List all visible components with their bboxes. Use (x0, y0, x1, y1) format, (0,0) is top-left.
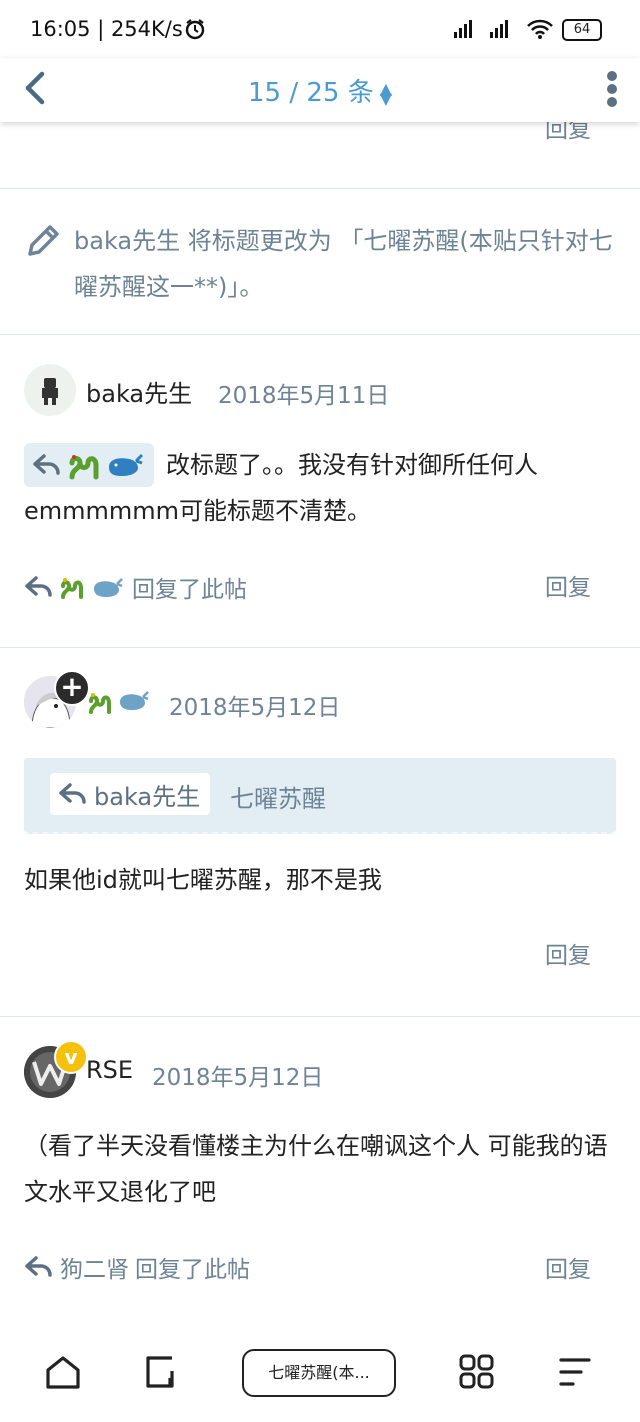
reply-arrow-icon (25, 1256, 52, 1277)
whale-icon (120, 691, 149, 710)
sort-caret-icon: ▲ ▼ (379, 78, 393, 108)
quote-author: baka先生 (94, 782, 201, 811)
menu-icon[interactable] (558, 1356, 592, 1388)
divider (0, 1016, 640, 1017)
post-date[interactable]: 2018年5月11日 (218, 376, 389, 410)
follow-plus-icon[interactable]: + (54, 670, 90, 706)
status-time: 16:05 | 254K/s (30, 17, 183, 41)
post-reply-info[interactable]: 狗二肾 回复了此帖 (24, 1250, 250, 1284)
post-author[interactable]: baka先生 (86, 374, 192, 409)
post-date[interactable]: 2018年5月12日 (169, 688, 340, 722)
tabs-icon[interactable] (142, 1354, 180, 1390)
avatar[interactable] (24, 364, 76, 416)
status-bar: 16:05 | 254K/s 64 (0, 0, 640, 58)
reply-button[interactable]: 回复 (545, 568, 591, 602)
alarm-icon (184, 18, 206, 40)
whale-icon (94, 578, 123, 597)
current-topic-chip[interactable]: 七曜苏醒(本... (242, 1349, 396, 1397)
post-body: 改标题了。。我没有针对御所任何人emmmmmm可能标题不清楚。 (24, 451, 538, 525)
wifi-icon (526, 18, 554, 40)
reply-to-label: 回复了此帖 (132, 577, 247, 603)
divider (0, 647, 640, 648)
reply-arrow-icon (25, 576, 52, 597)
post-reply-info[interactable]: 回复了此帖 (24, 570, 247, 604)
reply-arrow-icon (59, 783, 86, 804)
post-counter-label: 15 / 25 条 (247, 78, 374, 108)
reply-button[interactable]: 回复 (545, 1250, 591, 1284)
reply-to-label: 回复了此帖 (135, 1257, 250, 1283)
pencil-icon (24, 222, 62, 260)
quote-author-chip[interactable]: baka先生 (50, 773, 211, 815)
top-bar: 15 / 25 条 ▲ ▼ (0, 58, 640, 122)
divider (0, 188, 640, 189)
battery-icon: 64 (562, 19, 602, 41)
snake-icon (61, 578, 83, 599)
home-icon[interactable] (44, 1354, 82, 1390)
title-change-notice: baka先生 将标题更改为 「七曜苏醒(本贴只针对七曜苏醒这一**)」。 (74, 227, 613, 301)
apps-grid-icon[interactable] (458, 1354, 496, 1390)
post-body: 如果他id就叫七曜苏醒，那不是我 (24, 866, 382, 894)
quote-topic[interactable]: 七曜苏醒 (230, 779, 326, 814)
quote-block[interactable]: baka先生 七曜苏醒 (24, 758, 616, 834)
verified-badge-icon: v (54, 1040, 88, 1074)
divider (0, 334, 640, 335)
post-author[interactable]: RSE (86, 1056, 133, 1084)
user-badges (86, 688, 150, 716)
post-date[interactable]: 2018年5月12日 (152, 1058, 323, 1092)
post-body: （看了半天没看懂楼主为什么在嘲讽这个人 可能我的语文水平又退化了吧 (24, 1132, 608, 1206)
post-counter[interactable]: 15 / 25 条 ▲ ▼ (0, 72, 640, 109)
reply-button[interactable]: 回复 (545, 936, 591, 970)
snake-icon (89, 693, 111, 714)
signal-icon (452, 18, 522, 40)
more-menu-button[interactable] (606, 68, 618, 108)
reply-to-user: 狗二肾 (60, 1257, 129, 1283)
